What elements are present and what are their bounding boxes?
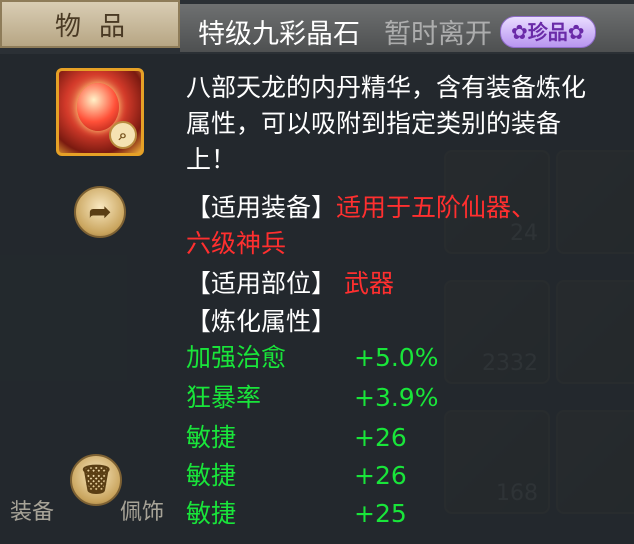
- tab-equipment[interactable]: 装备: [10, 494, 54, 526]
- background-status-text: 暂时离开: [384, 19, 492, 50]
- applicable-equipment-value-cont: 六级神兵: [186, 229, 287, 258]
- applicable-equipment-label: 【适用装备】: [186, 193, 337, 222]
- stat-value: +3.9%: [354, 383, 439, 412]
- refine-attributes-label: 【炼化属性】: [186, 307, 337, 336]
- magnifier-icon[interactable]: ⌕: [109, 121, 137, 149]
- tab-accessories[interactable]: 佩饰: [120, 494, 164, 526]
- stat-name: 狂暴率: [186, 383, 262, 412]
- item-description: 八部天龙的内丹精华，含有装备炼化属性，可以吸附到指定类别的装备上！: [186, 73, 587, 174]
- stat-name: 加强治愈: [186, 343, 287, 372]
- stat-value: +26: [354, 461, 407, 490]
- discard-button[interactable]: 🗑: [70, 454, 122, 506]
- stat-value: +5.0%: [354, 343, 439, 372]
- stat-value: +26: [354, 423, 407, 452]
- stat-name: 敏捷: [186, 499, 237, 528]
- stat-name: 敏捷: [186, 461, 237, 490]
- stat-value: +25: [354, 499, 407, 528]
- tab-items[interactable]: 物品: [0, 0, 180, 48]
- tab-items-label: 物品: [54, 11, 143, 42]
- applicable-equipment-value: 适用于五阶仙器、: [336, 193, 537, 222]
- share-icon: ➦: [88, 195, 112, 228]
- applicable-slot-line: 【适用部位】 武器: [186, 266, 394, 302]
- rarity-badge-label: 珍品: [527, 20, 568, 44]
- applicable-equipment-line: 【适用装备】适用于五阶仙器、: [186, 190, 536, 226]
- red-crystal-gem-icon[interactable]: ⌕: [56, 68, 144, 156]
- item-name: 特级九彩晶石: [198, 19, 360, 50]
- applicable-slot-label: 【适用部位】: [186, 269, 337, 298]
- rarity-badge: ✿珍品✿: [500, 16, 596, 48]
- trash-can-icon: 🗑: [78, 463, 114, 496]
- share-button[interactable]: ➦: [74, 186, 126, 238]
- stat-name: 敏捷: [186, 423, 237, 452]
- applicable-slot-value: 武器: [343, 269, 394, 298]
